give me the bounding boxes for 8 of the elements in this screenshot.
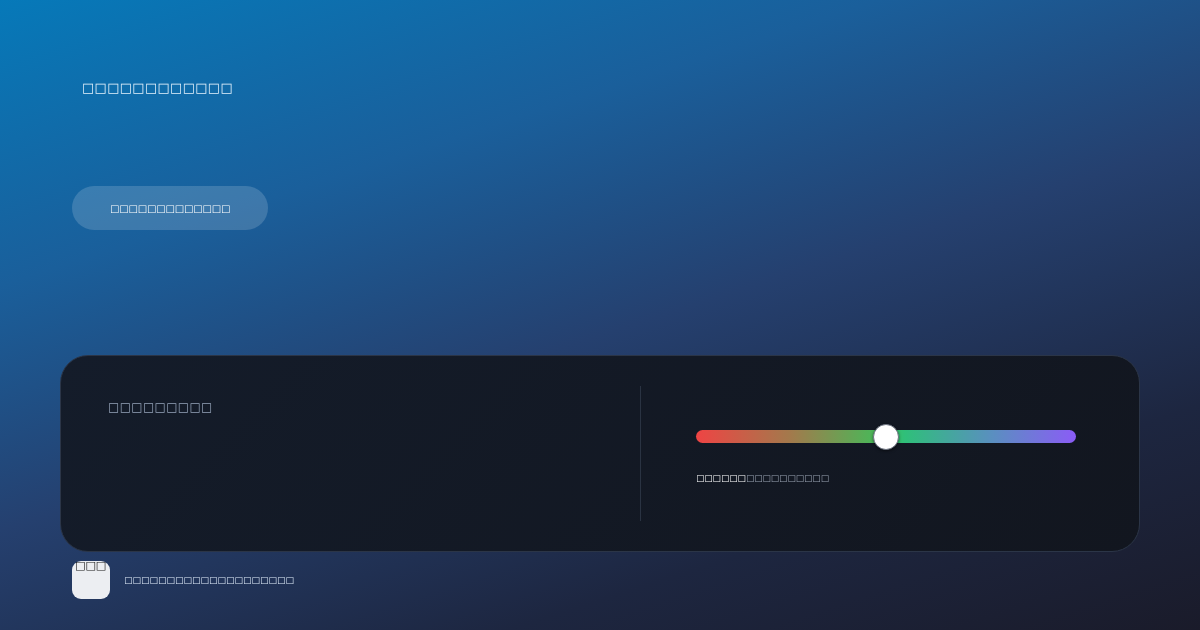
slider-thumb[interactable]	[873, 423, 899, 450]
tile-label: □□□	[75, 559, 107, 573]
slider-caption: □□□□□□□□□□□□□□□□	[696, 472, 830, 485]
footer-text: □□□□□□□□□□□□□□□□□□□□	[124, 574, 295, 587]
panel-label: □□□□□□□□□	[108, 400, 213, 414]
rounded-square-icon	[72, 561, 110, 599]
page-title: □□□□□□□□□□□□	[82, 79, 233, 97]
pill-button[interactable]: □□□□□□□□□□□□□	[72, 186, 269, 230]
